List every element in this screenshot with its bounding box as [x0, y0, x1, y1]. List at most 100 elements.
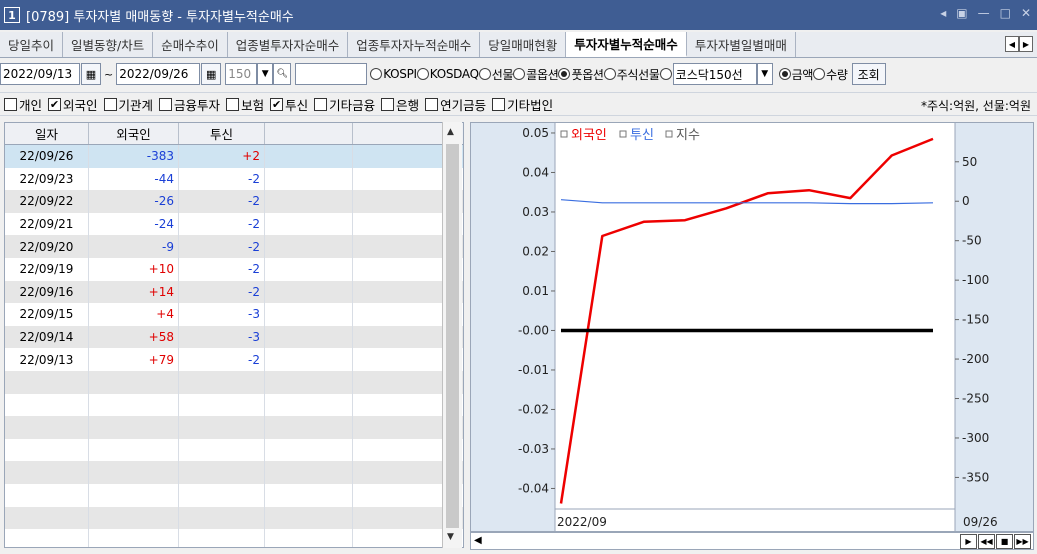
count-dropdown-icon[interactable]: ▼: [257, 63, 274, 85]
product-combo[interactable]: 코스닥150선: [672, 63, 757, 85]
table-row[interactable]: 22/09/16 +14 -2: [5, 280, 463, 304]
window-list-icon[interactable]: ▣: [956, 6, 967, 20]
cell-empty: [353, 348, 443, 371]
table-vertical-scrollbar[interactable]: ▲ ▼: [442, 122, 462, 548]
product-dropdown-icon[interactable]: ▼: [756, 63, 773, 85]
tab-1[interactable]: 일별동향/차트: [63, 32, 154, 57]
header-trust[interactable]: 투신: [179, 123, 265, 144]
radio-icon[interactable]: [478, 68, 491, 80]
chart-stop-icon[interactable]: ■: [996, 534, 1013, 549]
chart-first-icon[interactable]: ◀◀: [978, 534, 995, 549]
minimize-icon[interactable]: —: [978, 6, 990, 20]
table-row[interactable]: 22/09/19 +10 -2: [5, 257, 463, 281]
investor-checkbox-3[interactable]: 금융투자: [159, 95, 220, 114]
investor-checkbox-4[interactable]: 보험: [226, 95, 264, 114]
left-tick-label: 0.02: [522, 244, 549, 258]
checkbox-icon[interactable]: [425, 97, 439, 111]
investor-checkbox-8[interactable]: 연기금등: [425, 95, 486, 114]
tab-3[interactable]: 업종별투자자순매수: [228, 32, 349, 57]
investor-checkbox-2[interactable]: 기관계: [103, 95, 153, 114]
tab-scroll-left-icon[interactable]: ◀: [1005, 36, 1019, 52]
checkbox-icon[interactable]: [159, 97, 173, 111]
tab-7[interactable]: 투자자별일별매매: [687, 32, 796, 57]
query-button[interactable]: 조회: [851, 63, 886, 85]
table-row[interactable]: 22/09/13 +79 -2: [5, 348, 463, 371]
market-radio-5[interactable]: 주식선물: [603, 66, 660, 83]
checkbox-icon[interactable]: [4, 97, 17, 111]
investor-checkbox-1[interactable]: ✔ 외국인: [48, 95, 98, 114]
table-row[interactable]: 22/09/26 -383 +2: [5, 145, 463, 168]
start-date-input[interactable]: 2022/09/13: [0, 63, 80, 85]
start-calendar-icon[interactable]: ▦: [81, 63, 101, 85]
left-tick-label: -0.03: [518, 442, 549, 456]
market-radio-2[interactable]: 선물: [478, 66, 514, 83]
tab-scroll-right-icon[interactable]: ▶: [1019, 36, 1033, 52]
checkbox-icon[interactable]: [314, 97, 328, 111]
market-radio-label: KOSPI: [383, 67, 417, 81]
chart-scroll-left-icon[interactable]: ◀: [474, 535, 482, 546]
market-radio-0[interactable]: KOSPI: [370, 67, 417, 81]
radio-icon[interactable]: [513, 68, 526, 80]
radio-icon[interactable]: [813, 68, 826, 80]
market-radio-3[interactable]: 콜옵션: [513, 66, 559, 83]
table-row[interactable]: 22/09/15 +4 -3: [5, 303, 463, 326]
unit-radio-0[interactable]: 금액: [778, 66, 814, 83]
search-icon[interactable]: 🔍︎: [273, 63, 292, 85]
unit-radio-1[interactable]: 수량: [813, 66, 848, 83]
chart-next-icon[interactable]: ▶: [960, 534, 977, 549]
table-row[interactable]: 22/09/21 -24 -2: [5, 212, 463, 236]
checkbox-icon[interactable]: [381, 97, 395, 111]
scroll-thumb[interactable]: [446, 144, 459, 528]
cell-empty: [265, 370, 353, 394]
investor-checkbox-9[interactable]: 기타법인: [492, 95, 553, 114]
cell-empty: [353, 438, 443, 462]
tab-5[interactable]: 당일매매현황: [480, 32, 567, 57]
scroll-up-icon[interactable]: ▲: [447, 127, 454, 137]
investor-checkbox-6[interactable]: 기타금융: [314, 95, 375, 114]
market-radio-6[interactable]: [659, 68, 673, 80]
tab-2[interactable]: 순매수추이: [153, 32, 228, 57]
table-row[interactable]: 22/09/22 -26 -2: [5, 190, 463, 213]
checkbox-checked-icon[interactable]: ✔: [270, 97, 284, 111]
chart-last-icon[interactable]: ▶▶: [1014, 534, 1031, 549]
radio-icon[interactable]: [370, 68, 383, 80]
count-input[interactable]: 150: [225, 63, 258, 85]
market-radio-4[interactable]: 풋옵션: [558, 66, 604, 83]
header-foreign[interactable]: 외국인: [89, 123, 179, 144]
tab-6[interactable]: 투자자별누적순매수: [566, 32, 687, 57]
investor-checkbox-0[interactable]: 개인: [4, 95, 42, 114]
scroll-down-icon[interactable]: ▼: [447, 532, 454, 542]
radio-icon[interactable]: [603, 68, 616, 80]
radio-icon[interactable]: [558, 68, 571, 80]
investor-checkbox-7[interactable]: 은행: [381, 95, 419, 114]
table-row[interactable]: 22/09/14 +58 -3: [5, 325, 463, 349]
code-input[interactable]: [295, 63, 368, 85]
tab-0[interactable]: 당일추이: [0, 32, 64, 57]
tab-4[interactable]: 업종투자자누적순매수: [348, 32, 481, 57]
checkbox-icon[interactable]: [492, 97, 506, 111]
end-date-input[interactable]: 2022/09/26: [116, 63, 201, 85]
prev-window-icon[interactable]: ◂: [940, 6, 946, 20]
investor-checkbox-5[interactable]: ✔ 투신: [270, 95, 308, 114]
end-calendar-icon[interactable]: ▦: [201, 63, 222, 85]
cell-empty: [89, 529, 179, 547]
radio-icon[interactable]: [416, 68, 429, 80]
market-radio-label: 콜옵션: [526, 67, 559, 82]
radio-icon[interactable]: [778, 68, 791, 80]
cell-empty: [265, 348, 353, 371]
checkbox-icon[interactable]: [103, 97, 117, 111]
market-radio-label: 주식선물: [616, 67, 660, 82]
checkbox-icon[interactable]: [226, 97, 240, 111]
market-radio-1[interactable]: KOSDAQ: [416, 67, 479, 81]
chart-horizontal-scrollbar[interactable]: ◀ ▶ ◀◀ ■ ▶▶: [470, 532, 1034, 550]
table-row[interactable]: 22/09/23 -44 -2: [5, 167, 463, 191]
table-row[interactable]: 22/09/20 -9 -2: [5, 235, 463, 258]
radio-icon[interactable]: [659, 68, 672, 80]
investor-checkbox-label: 기타금융: [329, 97, 376, 113]
header-date[interactable]: 일자: [5, 123, 89, 144]
cell-empty: [353, 325, 443, 349]
unit-radio-label: 금액: [791, 67, 814, 82]
checkbox-checked-icon[interactable]: ✔: [48, 97, 62, 111]
maximize-icon[interactable]: □: [1000, 6, 1011, 20]
close-icon[interactable]: ✕: [1021, 6, 1031, 20]
